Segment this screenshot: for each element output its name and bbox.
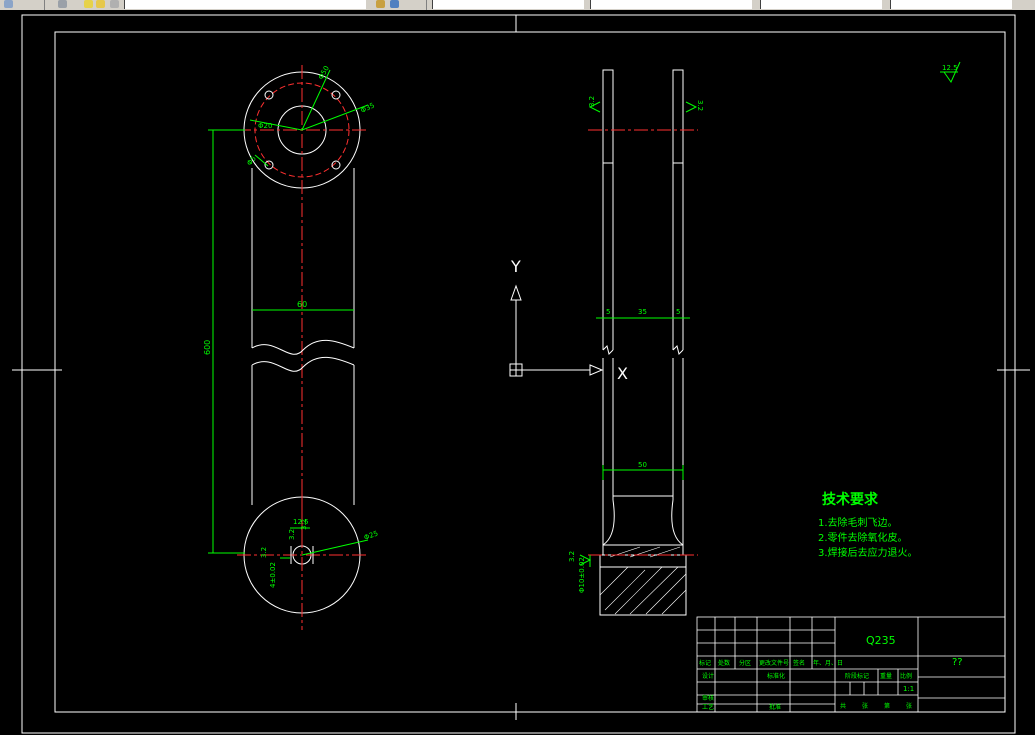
layer-state-icon[interactable]	[58, 0, 67, 8]
title-sheet-total: 共	[840, 702, 846, 710]
roughness-side-bottom: 3.2	[568, 551, 576, 562]
side-dim-bottom-width: 50	[638, 461, 647, 469]
roughness-front3: 3.2	[288, 529, 296, 540]
dim-tol: 4±0.02	[269, 562, 277, 588]
lineweight-dropdown[interactable]	[760, 0, 882, 9]
title-row-label-4: 更改文件号	[759, 659, 789, 667]
ucs-x-label: X	[617, 364, 628, 383]
ucs-y-label: Y	[510, 257, 521, 276]
side-dim-left: 5	[606, 308, 610, 316]
title-row-label-3: 分区	[739, 659, 751, 667]
plotstyle-dropdown[interactable]	[890, 0, 1012, 9]
title-sheet-unit2: 张	[906, 702, 912, 710]
roughness-front1: 3.2	[260, 547, 268, 558]
title-standard: 标准化	[767, 672, 785, 680]
title-approve: 批准	[769, 703, 781, 711]
tech-item-1: 1.去除毛刺飞边。	[818, 516, 898, 529]
side-dim-mid: 35	[638, 308, 647, 316]
title-part-name: ??	[952, 657, 963, 668]
roughness-general: 12.5	[942, 64, 958, 72]
title-sheet-no: 第	[884, 702, 890, 710]
layer-icon[interactable]	[4, 0, 13, 8]
dim-width: 60	[297, 300, 307, 309]
sun-icon[interactable]	[96, 0, 105, 8]
layer-match-icon[interactable]	[390, 0, 399, 8]
tech-item-2: 2.零件去除氧化皮。	[818, 531, 908, 544]
linetype-dropdown[interactable]	[590, 0, 752, 9]
title-row-label-5: 签名	[793, 659, 805, 667]
title-row-label-2: 处数	[718, 659, 730, 667]
title-weight: 重量	[880, 672, 892, 680]
title-stage-mark: 阶段标记	[845, 672, 869, 680]
title-ratio: 比例	[900, 672, 912, 680]
title-process: 工艺	[702, 703, 714, 711]
lock-icon[interactable]	[110, 0, 119, 8]
drawing-canvas[interactable]: 600 60 Φ50 Φ35 Φ20 Φ5 Φ25 12.5 4±0.02 3.…	[0, 10, 1035, 735]
layer-dropdown[interactable]	[124, 0, 366, 9]
title-checker: 审核	[702, 694, 714, 702]
roughness-side-left: 3.2	[588, 96, 596, 107]
title-sheet-unit: 张	[862, 702, 868, 710]
side-dim-right: 5	[676, 308, 680, 316]
dim-length: 600	[203, 340, 212, 355]
title-row-label-6: 年、月、日	[813, 659, 843, 667]
title-material: Q235	[866, 634, 896, 647]
tech-title: 技术要求	[822, 491, 879, 508]
color-dropdown[interactable]	[432, 0, 584, 9]
dim-hole-dia: Φ20	[258, 122, 272, 130]
roughness-front2: 3.2	[300, 519, 308, 530]
title-scale: 1:1	[903, 685, 914, 693]
tech-item-3: 3.焊接后去应力退火。	[818, 546, 918, 559]
title-row-label-1: 标记	[699, 659, 711, 667]
roughness-side-right: 3.2	[696, 100, 704, 111]
title-designer: 设计	[702, 672, 714, 680]
bulb-icon[interactable]	[84, 0, 93, 8]
layer-prev-icon[interactable]	[376, 0, 385, 8]
